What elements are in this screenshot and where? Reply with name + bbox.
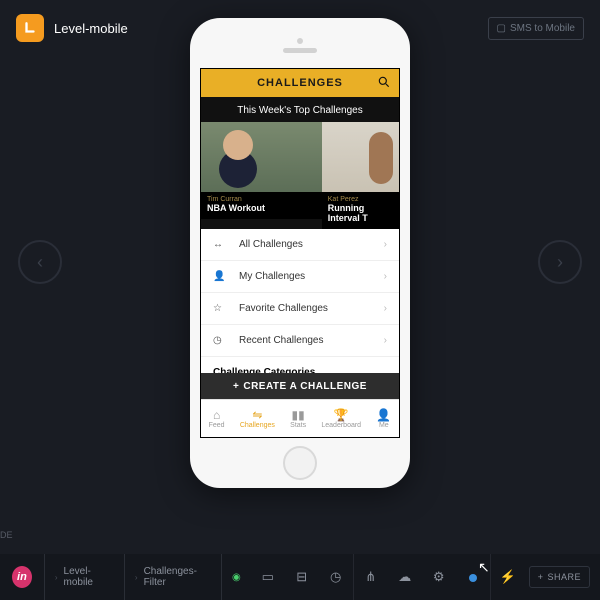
device-screen: CHALLENGES This Week's Top Challenges Ti… [200, 68, 400, 438]
trophy-icon: 🏆 [334, 409, 349, 421]
chevron-right-icon: › [384, 335, 387, 346]
tab-challenges[interactable]: ⇋ Challenges [240, 409, 275, 429]
challenge-card-title: NBA Workout [207, 203, 316, 213]
toolbar-download-icon[interactable]: ☁ [388, 569, 422, 585]
invision-toolbar: in › Level-mobile › Challenges-Filter ◉ … [0, 554, 600, 600]
share-button[interactable]: + SHARE [529, 566, 590, 588]
menu-item-all[interactable]: ↔ All Challenges › [201, 229, 399, 261]
device-frame: CHALLENGES This Week's Top Challenges Ti… [190, 18, 410, 488]
share-button-label: SHARE [547, 572, 581, 582]
next-screen-button[interactable]: › [538, 240, 582, 284]
stats-icon: ▮▮ [292, 409, 305, 421]
device-earpiece [283, 48, 317, 53]
mode-label: DE [0, 530, 13, 540]
app-logo[interactable] [16, 14, 44, 42]
menu-item-label: Recent Challenges [239, 335, 324, 346]
challenge-menu: ↔ All Challenges › 👤 My Challenges › ☆ F… [201, 229, 399, 357]
toolbar-status-dot[interactable] [456, 570, 490, 585]
chevron-right-icon: › [384, 303, 387, 314]
app-title: Level-mobile [54, 21, 128, 36]
challenge-card[interactable]: Tim Curran NBA Workout [201, 122, 322, 229]
menu-item-label: All Challenges [239, 239, 303, 250]
sms-label: SMS to Mobile [510, 23, 575, 34]
screen-title: CHALLENGES [257, 77, 343, 89]
toolbar-history-icon[interactable]: ◷ [319, 569, 353, 585]
challenge-card[interactable]: Kat Perez Running Interval T [322, 122, 399, 229]
chevron-right-icon: › [384, 239, 387, 250]
prev-screen-button[interactable]: ‹ [18, 240, 62, 284]
barbell-icon: ↔ [213, 239, 229, 250]
challenge-card-author: Kat Perez [328, 196, 393, 203]
person-icon: 👤 [213, 271, 229, 282]
challenge-card-image [322, 122, 399, 192]
toolbar-screens-icon[interactable]: ▭ [251, 569, 285, 585]
toolbar-flash-icon[interactable]: ⚡ [491, 569, 525, 585]
search-icon[interactable] [377, 75, 391, 94]
create-challenge-label: CREATE A CHALLENGE [243, 381, 367, 392]
toolbar-settings-icon[interactable]: ⚙ [422, 569, 456, 585]
screen-navbar: CHALLENGES [201, 69, 399, 97]
star-icon: ☆ [213, 303, 229, 314]
tab-feed[interactable]: ⌂ Feed [209, 409, 225, 429]
create-challenge-button[interactable]: + CREATE A CHALLENGE [201, 373, 399, 399]
top-challenges-heading: This Week's Top Challenges [201, 97, 399, 122]
plus-icon: + [538, 572, 544, 582]
menu-item-my[interactable]: 👤 My Challenges › [201, 261, 399, 293]
tab-label: Leaderboard [321, 422, 361, 429]
device-home-button[interactable] [283, 446, 317, 480]
chevron-right-icon: › [384, 271, 387, 282]
challenge-card-title: Running Interval T [328, 203, 393, 223]
plus-icon: + [233, 381, 239, 392]
barbell-icon: ⇋ [252, 409, 262, 421]
tab-leaderboard[interactable]: 🏆 Leaderboard [321, 409, 361, 429]
challenge-card-author: Tim Curran [207, 196, 316, 203]
challenge-card-image [201, 122, 322, 192]
chevron-right-icon: › [55, 573, 58, 582]
clock-icon: ◷ [213, 335, 229, 346]
tab-me[interactable]: 👤 Me [376, 409, 391, 429]
phone-icon: ▢ [497, 23, 506, 34]
toolbar-comment-icon[interactable]: ⊟ [285, 569, 319, 585]
toolbar-share-icon[interactable]: ⋔ [354, 569, 388, 585]
breadcrumb-screen[interactable]: › Challenges-Filter [124, 554, 221, 600]
tab-stats[interactable]: ▮▮ Stats [290, 409, 306, 429]
invision-logo[interactable]: in [12, 566, 32, 588]
menu-item-label: My Challenges [239, 271, 305, 282]
breadcrumb-project[interactable]: › Level-mobile [44, 554, 124, 600]
menu-item-recent[interactable]: ◷ Recent Challenges › [201, 325, 399, 357]
tab-label: Feed [209, 422, 225, 429]
sms-to-mobile-button[interactable]: ▢ SMS to Mobile [488, 17, 584, 40]
toolbar-preview-mode[interactable]: ◉ [221, 554, 251, 600]
breadcrumb-label: Challenges-Filter [144, 566, 211, 588]
device-camera [297, 38, 303, 44]
person-icon: 👤 [376, 409, 391, 421]
tab-bar: ⌂ Feed ⇋ Challenges ▮▮ Stats 🏆 Leaderboa… [201, 399, 399, 437]
menu-item-favorite[interactable]: ☆ Favorite Challenges › [201, 293, 399, 325]
eye-icon: ◉ [232, 572, 241, 583]
tab-label: Challenges [240, 422, 275, 429]
home-icon: ⌂ [213, 409, 220, 421]
tab-label: Me [379, 422, 389, 429]
breadcrumb-label: Level-mobile [64, 566, 114, 588]
tab-label: Stats [290, 422, 306, 429]
menu-item-label: Favorite Challenges [239, 303, 328, 314]
chevron-right-icon: › [135, 573, 138, 582]
